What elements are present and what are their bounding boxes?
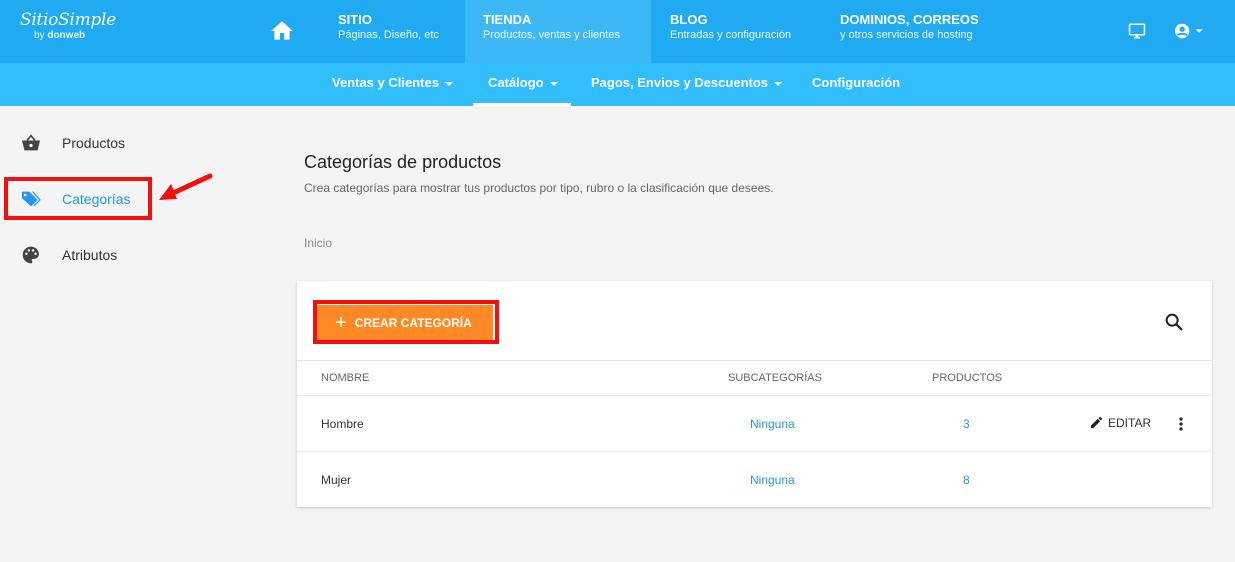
logo-brand: donweb [47,30,86,41]
nav-tab-subtitle: Entradas y configuración [670,29,792,41]
palette-icon [20,244,42,266]
nav-tab-sitio[interactable]: SITIO Páginas, Diseño, etc [320,0,465,63]
table-row[interactable]: Mujer Ninguna 8 [297,452,1212,508]
more-options-icon[interactable] [1175,416,1187,432]
pencil-icon [1090,416,1103,429]
top-header: SitioSimple by donweb SITIO Páginas, Dis… [0,0,1235,63]
create-category-label: CREAR CATEGORÍA [354,316,472,330]
subnav-ventas-clientes[interactable]: Ventas y Clientes [332,63,453,106]
sitiosimple-logo[interactable]: SitioSimple by donweb [20,10,116,41]
products-count-link[interactable]: 8 [963,473,970,487]
nav-tab-title: TIENDA [483,12,532,27]
tags-icon [20,188,42,210]
subnav-configuracion[interactable]: Configuración [812,63,900,106]
table-row[interactable]: Hombre Ninguna 3 EDITAR [297,396,1212,452]
categories-card: + CREAR CATEGORÍA NOMBRE SUBCATEGORÍAS P… [297,281,1212,507]
caret-down-icon [774,81,783,86]
subnav-label: Ventas y Clientes [332,75,439,90]
subnav-label: Catálogo [488,75,544,90]
column-header-subcategorias[interactable]: SUBCATEGORÍAS [728,372,822,384]
logo-byline: by donweb [34,30,116,41]
nav-tab-blog[interactable]: BLOG Entradas y configuración [652,0,822,63]
category-name: Hombre [321,417,364,431]
subnav-pagos-envios[interactable]: Pagos, Envios y Descuentos [591,63,783,106]
sidebar-item-label: Categorías [62,191,131,207]
nav-tab-subtitle: Productos, ventas y clientes [483,29,620,41]
sub-navigation: Ventas y Clientes Catálogo Pagos, Envios… [0,63,1235,106]
nav-tab-tienda[interactable]: TIENDA Productos, ventas y clientes [465,0,651,63]
search-icon[interactable] [1163,311,1185,333]
sidebar-item-label: Atributos [62,247,118,263]
logo-text: SitioSimple [20,10,116,30]
nav-tab-subtitle: y otros servicios de hosting [840,29,973,41]
create-category-button[interactable]: + CREAR CATEGORÍA [317,305,493,341]
subnav-catalogo[interactable]: Catálogo [473,63,571,106]
nav-tab-title: SITIO [338,12,372,27]
nav-tab-title: DOMINIOS, CORREOS [840,12,979,27]
edit-label: EDITAR [1108,415,1152,430]
caret-down-icon [549,81,558,86]
sidebar-item-categorias[interactable]: Categorías [20,184,130,214]
logo-by: by [34,30,45,41]
sidebar-item-label: Productos [62,135,126,151]
category-name: Mujer [321,473,352,487]
products-count-link[interactable]: 3 [963,417,970,431]
subcategories-link[interactable]: Ninguna [750,473,795,487]
nav-tab-subtitle: Páginas, Diseño, etc [338,29,439,41]
red-arrow-icon [157,172,213,211]
column-header-nombre[interactable]: NOMBRE [321,372,369,384]
home-icon[interactable] [269,18,295,44]
column-header-productos[interactable]: PRODUCTOS [932,372,1002,384]
sidebar-item-productos[interactable]: Productos [20,128,125,158]
breadcrumb[interactable]: Inicio [304,236,332,250]
page-description: Crea categorías para mostrar tus product… [304,181,774,195]
subnav-label: Configuración [812,75,901,90]
subnav-label: Pagos, Envios y Descuentos [591,75,769,90]
edit-button[interactable]: EDITAR [1089,415,1151,430]
sidebar-item-atributos[interactable]: Atributos [20,240,117,270]
subcategories-link[interactable]: Ninguna [750,417,795,431]
plus-icon: + [335,312,347,334]
nav-tab-title: BLOG [670,12,708,27]
user-account-icon[interactable] [1174,22,1210,40]
nav-tab-dominios[interactable]: DOMINIOS, CORREOS y otros servicios de h… [822,0,1002,63]
basket-icon [20,132,42,154]
monitor-icon[interactable] [1128,22,1146,40]
caret-down-icon [444,81,453,86]
page-title: Categorías de productos [304,152,502,172]
table-header: NOMBRE SUBCATEGORÍAS PRODUCTOS [297,360,1212,396]
